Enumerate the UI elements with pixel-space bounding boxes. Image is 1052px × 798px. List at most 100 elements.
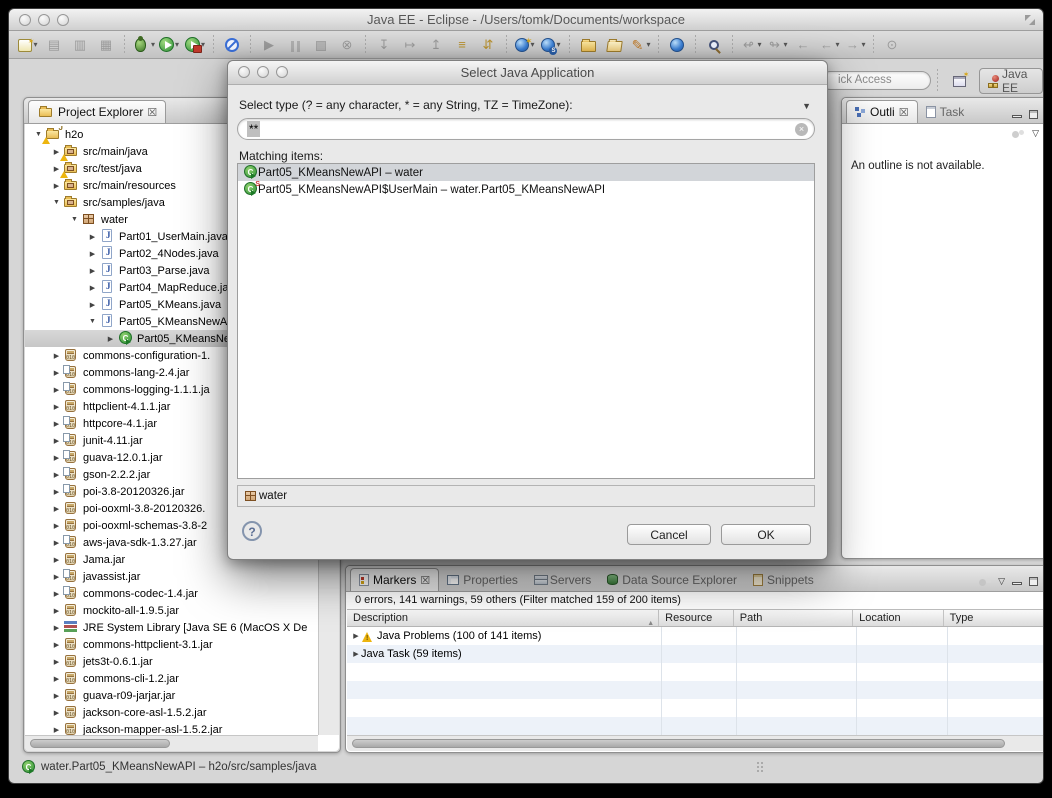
chevron-expanded-icon[interactable]: ▼ — [69, 216, 80, 223]
tab-markers[interactable]: Markers☒ — [350, 568, 439, 591]
markers-horizontal-scrollbar[interactable] — [347, 735, 1044, 751]
tab-project-explorer[interactable]: Project Explorer ☒ — [28, 100, 166, 123]
tab-servers[interactable]: Servers — [526, 568, 599, 591]
chevron-collapsed-icon[interactable]: ▶ — [87, 267, 98, 275]
tree-item[interactable]: ▶010commons-codec-1.4.jar — [25, 585, 318, 602]
chevron-collapsed-icon[interactable]: ▶ — [105, 335, 116, 343]
tree-item[interactable]: ▶010commons-httpclient-3.1.jar — [25, 636, 318, 653]
search-button[interactable] — [702, 33, 726, 57]
column-header-location[interactable]: Location — [853, 610, 944, 626]
brush-tool-button[interactable]: ▾ — [628, 33, 652, 57]
chevron-collapsed-icon[interactable]: ▶ — [351, 632, 361, 640]
chevron-collapsed-icon[interactable]: ▶ — [51, 352, 62, 360]
column-header-path[interactable]: Path — [734, 610, 853, 626]
open-perspective-button[interactable] — [945, 69, 973, 93]
chevron-collapsed-icon[interactable]: ▶ — [51, 726, 62, 734]
chevron-collapsed-icon[interactable]: ▶ — [51, 471, 62, 479]
tab-snippets[interactable]: Snippets — [745, 568, 822, 591]
chevron-collapsed-icon[interactable]: ▶ — [51, 522, 62, 530]
open-resource-button[interactable] — [602, 33, 626, 57]
chevron-collapsed-icon[interactable]: ▶ — [51, 709, 62, 717]
tree-horizontal-scrollbar[interactable] — [25, 735, 318, 751]
maximize-view-button[interactable] — [1029, 577, 1038, 586]
new-web-wizard-button[interactable]: ▾ — [513, 33, 537, 57]
debug-button[interactable]: ▾ — [131, 33, 155, 57]
show-annotations-button[interactable] — [450, 33, 474, 57]
new-wizard-button[interactable]: ▾ — [16, 33, 40, 57]
chevron-collapsed-icon[interactable]: ▶ — [51, 658, 62, 666]
dialog-titlebar[interactable]: Select Java Application — [228, 61, 827, 85]
tree-item[interactable]: ▶JRE System Library [Java SE 6 (MacOS X … — [25, 619, 318, 636]
chevron-collapsed-icon[interactable]: ▶ — [87, 301, 98, 309]
chevron-collapsed-icon[interactable]: ▶ — [51, 505, 62, 513]
chevron-collapsed-icon[interactable]: ▶ — [51, 454, 62, 462]
chevron-collapsed-icon[interactable]: ▶ — [87, 250, 98, 258]
chevron-collapsed-icon[interactable]: ▶ — [51, 590, 62, 598]
maximize-view-button[interactable] — [1029, 110, 1038, 119]
tree-item[interactable]: ▶010jackson-mapper-asl-1.5.2.jar — [25, 721, 318, 735]
tree-item[interactable]: ▶010jackson-core-asl-1.5.2.jar — [25, 704, 318, 721]
chevron-collapsed-icon[interactable]: ▶ — [51, 182, 62, 190]
quick-access-input[interactable]: ick Access — [821, 71, 931, 90]
tree-item[interactable]: ▶010mockito-all-1.9.5.jar — [25, 602, 318, 619]
chevron-collapsed-icon[interactable]: ▶ — [87, 233, 98, 241]
chevron-collapsed-icon[interactable]: ▶ — [51, 556, 62, 564]
scrollbar-thumb[interactable] — [352, 739, 1005, 748]
view-menu-icon[interactable]: ▽ — [1032, 128, 1039, 139]
help-button[interactable]: ? — [242, 521, 262, 541]
tab-properties[interactable]: Properties — [439, 568, 526, 591]
marker-row[interactable]: ▶Java Problems (100 of 141 items) — [347, 627, 1044, 645]
chevron-expanded-icon[interactable]: ▼ — [87, 318, 98, 325]
chevron-collapsed-icon[interactable]: ▶ — [51, 607, 62, 615]
scrollbar-thumb[interactable] — [30, 739, 170, 748]
sash-handle[interactable] — [757, 762, 763, 772]
matching-item[interactable]: CPart05_KMeansNewAPI – water — [238, 164, 814, 181]
window-titlebar[interactable]: Java EE - Eclipse - /Users/tomk/Document… — [9, 9, 1043, 31]
close-tab-icon[interactable]: ☒ — [899, 106, 909, 119]
chevron-collapsed-icon[interactable]: ▶ — [51, 403, 62, 411]
chevron-collapsed-icon[interactable]: ▶ — [51, 437, 62, 445]
chevron-collapsed-icon[interactable]: ▶ — [51, 386, 62, 394]
view-menu-icon[interactable]: ▽ — [998, 576, 1005, 587]
ok-button[interactable]: OK — [721, 524, 811, 545]
chevron-collapsed-icon[interactable]: ▶ — [87, 284, 98, 292]
chevron-collapsed-icon[interactable]: ▶ — [51, 420, 62, 428]
close-tab-icon[interactable]: ☒ — [147, 106, 157, 119]
chevron-collapsed-icon[interactable]: ▶ — [51, 488, 62, 496]
tab-data-source-explorer[interactable]: Data Source Explorer — [599, 568, 745, 591]
marker-row[interactable]: ▶Java Task (59 items) — [347, 645, 1044, 663]
tree-item[interactable]: ▶010commons-cli-1.2.jar — [25, 670, 318, 687]
import-archive-button[interactable] — [576, 33, 600, 57]
tree-item[interactable]: ▶010guava-r09-jarjar.jar — [25, 687, 318, 704]
chevron-collapsed-icon[interactable]: ▶ — [51, 641, 62, 649]
resize-icon[interactable] — [1025, 15, 1035, 25]
chevron-collapsed-icon[interactable]: ▶ — [51, 369, 62, 377]
run-external-tools-button[interactable]: ▾ — [183, 33, 207, 57]
perspective-java-ee-button[interactable]: Java EE — [979, 68, 1043, 94]
chevron-down-icon[interactable]: ▼ — [802, 101, 811, 111]
chevron-collapsed-icon[interactable]: ▶ — [51, 539, 62, 547]
chevron-collapsed-icon[interactable]: ▶ — [51, 675, 62, 683]
minimize-view-button[interactable] — [1012, 115, 1022, 118]
column-header-type[interactable]: Type — [944, 610, 1044, 626]
skip-all-breakpoints-button[interactable] — [220, 33, 244, 57]
chevron-collapsed-icon[interactable]: ▶ — [351, 650, 361, 658]
clear-filter-icon[interactable]: × — [795, 123, 808, 136]
column-header-description[interactable]: Description▲ — [347, 610, 659, 626]
cancel-button[interactable]: Cancel — [627, 524, 711, 545]
matching-item[interactable]: CSPart05_KMeansNewAPI$UserMain – water.P… — [238, 181, 814, 198]
web-services-button[interactable]: ▾ — [539, 33, 563, 57]
open-web-browser-button[interactable] — [665, 33, 689, 57]
close-tab-icon[interactable]: ☒ — [420, 574, 430, 587]
tab-task[interactable]: Task — [918, 100, 973, 123]
chevron-collapsed-icon[interactable]: ▶ — [51, 573, 62, 581]
chevron-collapsed-icon[interactable]: ▶ — [51, 624, 62, 632]
type-filter-input[interactable]: ** × — [237, 118, 815, 140]
column-header-resource[interactable]: Resource — [659, 610, 734, 626]
tree-item[interactable]: ▶010javassist.jar — [25, 568, 318, 585]
run-button[interactable]: ▾ — [157, 33, 181, 57]
minimize-view-button[interactable] — [1012, 582, 1022, 585]
collapse-annotations-button[interactable] — [476, 33, 500, 57]
tab-outli[interactable]: Outli☒ — [846, 100, 918, 123]
tree-item[interactable]: ▶010jets3t-0.6.1.jar — [25, 653, 318, 670]
